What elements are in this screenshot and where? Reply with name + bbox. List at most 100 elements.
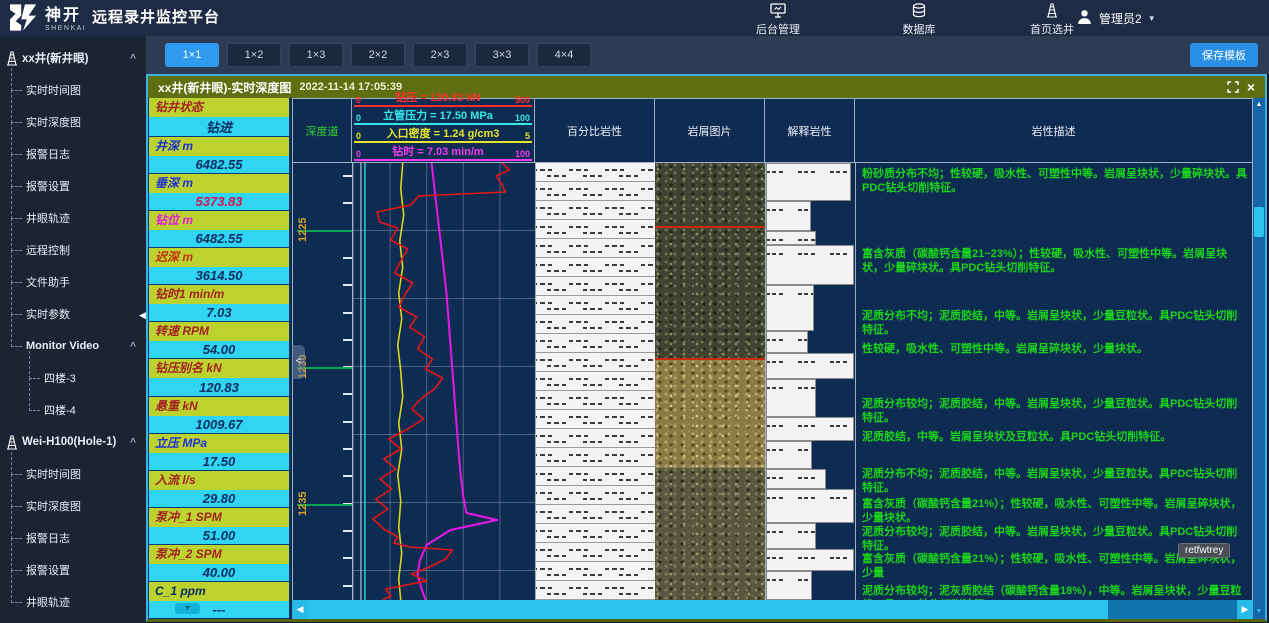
- scroll-up-icon[interactable]: ▲: [1253, 98, 1265, 112]
- param-row[interactable]: C_1 ppm▼---: [148, 582, 290, 619]
- collapse-caret-icon[interactable]: ^: [130, 341, 136, 352]
- sidebar-item-label: 报警设置: [26, 178, 70, 194]
- param-value: 29.80: [149, 490, 289, 507]
- interpreted-lithology-block: [766, 201, 811, 231]
- panel-collapse-handle[interactable]: <: [292, 345, 305, 379]
- layout-button-1x3[interactable]: 1×3: [289, 43, 343, 67]
- sidebar-item[interactable]: 报警设置: [0, 170, 146, 202]
- depth-track: 122512301235: [292, 163, 352, 600]
- depth-track-header: 深度道: [292, 98, 352, 163]
- param-label: 迟深 m: [149, 248, 289, 267]
- curve-legend: 0立管压力 = 17.50 MPa100: [354, 107, 532, 125]
- horizontal-scroll-thumb[interactable]: [308, 600, 1108, 619]
- user-menu[interactable]: 管理员2 ▼: [1076, 0, 1156, 36]
- param-dropdown-button[interactable]: ▼: [175, 603, 200, 614]
- sidebar-item[interactable]: 报警日志: [0, 138, 146, 170]
- param-row[interactable]: 迟深 m3614.50: [148, 248, 290, 285]
- param-row[interactable]: 悬重 kN1009.67: [148, 397, 290, 434]
- param-value-text: 1009.67: [196, 417, 243, 432]
- param-row[interactable]: 垂深 m5373.83: [148, 174, 290, 211]
- param-label: 入流 l/s: [149, 471, 289, 490]
- layout-button-4x4[interactable]: 4×4: [537, 43, 591, 67]
- layout-button-2x3[interactable]: 2×3: [413, 43, 467, 67]
- sidebar-item[interactable]: 远程控制: [0, 234, 146, 266]
- interpreted-lithology-block: [766, 441, 812, 469]
- param-value: 6482.55: [149, 156, 289, 173]
- close-icon[interactable]: ×: [1247, 80, 1255, 94]
- nav-database[interactable]: 数据库: [895, 3, 943, 35]
- layout-button-3x3[interactable]: 3×3: [475, 43, 529, 67]
- sidebar-item[interactable]: 文件助手: [0, 266, 146, 298]
- curve-legend-text: 钻时 = 7.03 min/m: [392, 143, 483, 159]
- sidebar-item[interactable]: 实时深度图: [0, 106, 146, 138]
- layout-button-1x2[interactable]: 1×2: [227, 43, 281, 67]
- param-row[interactable]: 入流 l/s29.80: [148, 471, 290, 508]
- param-row[interactable]: 转速 RPM54.00: [148, 322, 290, 359]
- param-value: 54.00: [149, 341, 289, 358]
- lithology-description: 富含灰质（碳酸钙含量21%）；性较硬，吸水性、可塑性中等。岩屑呈碎块状，少量块状…: [862, 498, 1248, 525]
- sidebar-item-label: 实时参数: [26, 306, 70, 322]
- vertical-scrollbar[interactable]: ▲ ▼: [1253, 98, 1265, 619]
- sidebar-item[interactable]: 井眼轨迹: [0, 202, 146, 234]
- sidebar-item[interactable]: 报警设置: [0, 554, 146, 586]
- sidebar-item-label: 实时深度图: [26, 114, 81, 130]
- nav-backstage-management[interactable]: 后台管理: [748, 3, 808, 35]
- sidebar-item[interactable]: 井眼轨迹: [0, 586, 146, 618]
- interpreted-lithology-block: [766, 285, 814, 331]
- sidebar-item[interactable]: 实时时间图: [0, 74, 146, 106]
- param-row[interactable]: 钻压别名 kN120.83: [148, 359, 290, 396]
- param-row[interactable]: 钻时1 min/m7.03: [148, 285, 290, 322]
- sidebar-item[interactable]: Wei-H100(Hole-1)^: [0, 426, 146, 458]
- lithology-description: 性较硬，吸水性、可塑性中等。岩屑呈碎块状，少量块状。: [862, 343, 1248, 357]
- depth-plot-window: xx井(新井眼)-实时深度图 2022-11-14 17:05:39 × 钻井状…: [146, 74, 1267, 622]
- sidebar-collapse-icon[interactable]: ◀: [139, 310, 146, 321]
- sidebar-item[interactable]: 报警日志: [0, 522, 146, 554]
- collapse-caret-icon[interactable]: ^: [130, 437, 136, 448]
- save-template-button[interactable]: 保存模板: [1190, 43, 1258, 67]
- sidebar-item[interactable]: xx井(新井眼)^: [0, 42, 146, 74]
- param-row[interactable]: 井深 m6482.55: [148, 137, 290, 174]
- param-row[interactable]: 泵冲_2 SPM40.00: [148, 545, 290, 582]
- param-label: 泵冲_1 SPM: [149, 508, 289, 527]
- param-label: C_1 ppm: [149, 582, 289, 601]
- sidebar-item[interactable]: 实时深度图: [0, 490, 146, 522]
- param-row[interactable]: 立压 MPa17.50: [148, 434, 290, 471]
- percent-lithology-row: [536, 448, 655, 467]
- curve-track: [352, 163, 535, 600]
- sidebar-item[interactable]: 实时参数: [0, 298, 146, 330]
- percent-lithology-row: [536, 429, 655, 448]
- scroll-down-icon[interactable]: ▼: [1253, 605, 1265, 619]
- lithology-description: 粉砂质分布不均；性较硬，吸水性、可塑性中等。岩屑呈块状，少量碎块状。具PDC钻头…: [862, 168, 1248, 195]
- layout-button-2x2[interactable]: 2×2: [351, 43, 405, 67]
- curve-legend-text: 钻压 = 120.83 kN: [395, 89, 480, 105]
- window-titlebar: xx井(新井眼)-实时深度图 2022-11-14 17:05:39 ×: [148, 76, 1265, 98]
- param-value: 3614.50: [149, 267, 289, 284]
- vertical-scroll-thumb[interactable]: [1254, 207, 1264, 237]
- horizontal-scrollbar[interactable]: ◀ ▶: [292, 600, 1253, 619]
- fullscreen-icon[interactable]: [1227, 81, 1239, 93]
- sidebar-item[interactable]: 实时时间图: [0, 458, 146, 490]
- scroll-right-icon[interactable]: ▶: [1237, 604, 1253, 615]
- interpreted-lithology-block: [766, 549, 854, 571]
- cuttings-photo: [655, 226, 765, 358]
- param-row[interactable]: 钻位 m6482.55: [148, 211, 290, 248]
- window-body: 钻井状态钻进井深 m6482.55垂深 m5373.83钻位 m6482.55迟…: [148, 98, 1265, 619]
- brand-name-cn: 神开: [45, 7, 86, 24]
- sidebar-item[interactable]: 四楼-4: [0, 394, 146, 426]
- sidebar-item[interactable]: Monitor Video^: [0, 330, 146, 362]
- depth-track-label: 深度道: [306, 123, 339, 139]
- depth-minor-tick: [343, 339, 352, 341]
- scrollbar-track[interactable]: [1108, 600, 1237, 619]
- curve-legend-text: 500: [515, 95, 530, 105]
- param-value-text: 钻进: [206, 117, 232, 136]
- curves-svg: [353, 163, 535, 600]
- param-row[interactable]: 钻井状态钻进: [148, 98, 290, 137]
- param-row[interactable]: 泵冲_1 SPM51.00: [148, 508, 290, 545]
- scroll-left-icon[interactable]: ◀: [292, 604, 308, 615]
- nav-home-well-select[interactable]: 首页选井: [1022, 3, 1082, 35]
- layout-button-1x1[interactable]: 1×1: [165, 43, 219, 67]
- depth-minor-tick: [343, 175, 352, 177]
- collapse-caret-icon[interactable]: ^: [130, 53, 136, 64]
- sidebar-item[interactable]: 四楼-3: [0, 362, 146, 394]
- percent-lithology-row: [536, 163, 655, 182]
